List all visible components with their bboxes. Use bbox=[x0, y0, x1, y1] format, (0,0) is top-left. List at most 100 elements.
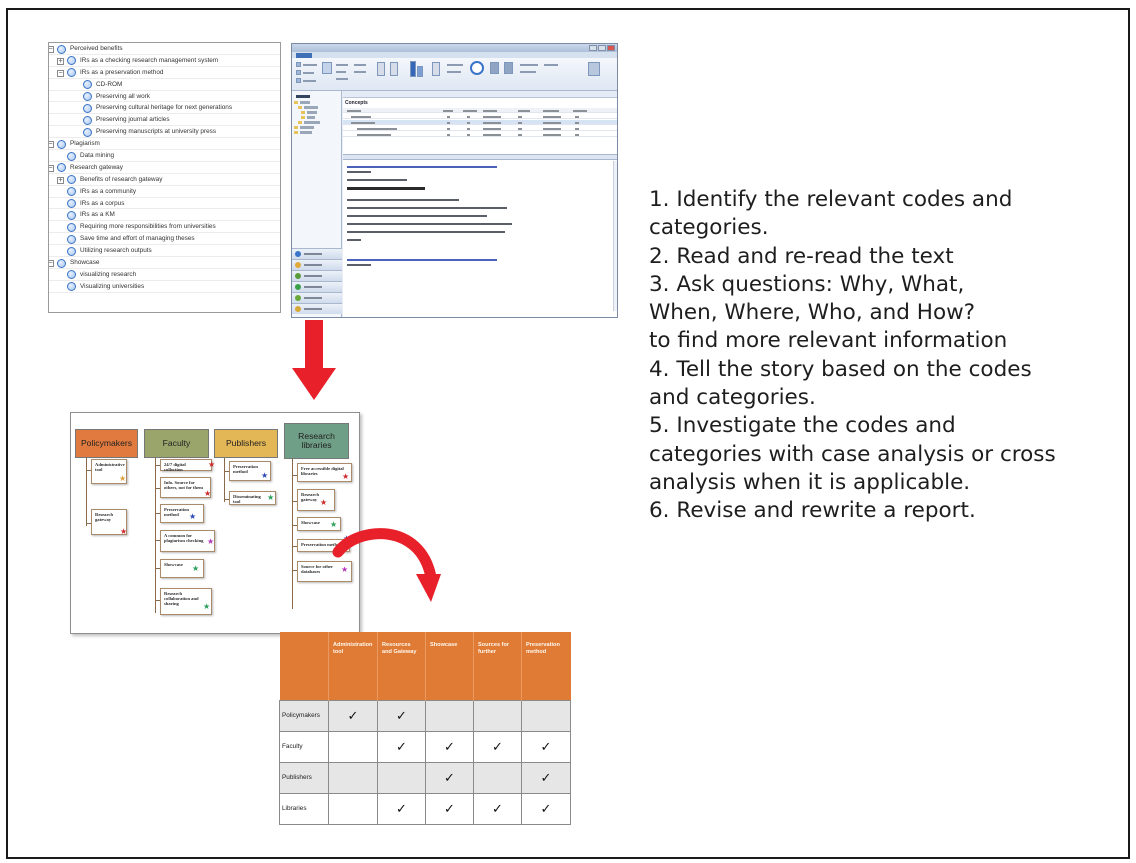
check-mark: ✓ bbox=[444, 770, 455, 785]
check-mark: ✓ bbox=[444, 801, 455, 816]
tree-row[interactable]: Save time and effort of managing theses bbox=[49, 233, 280, 246]
matrix-col-header: Sources for further bbox=[473, 632, 522, 700]
tree-node-label: IRs as a preservation method bbox=[80, 68, 164, 76]
tree-row[interactable]: − Perceived benefits bbox=[49, 43, 280, 55]
leaf-label: Preservation method bbox=[164, 507, 189, 518]
nvivo-section-heading: Concepts bbox=[345, 100, 368, 106]
collapse-icon[interactable]: − bbox=[49, 164, 54, 172]
check-mark: ✓ bbox=[396, 801, 407, 816]
collapse-icon[interactable]: − bbox=[49, 141, 54, 149]
node-icon bbox=[67, 175, 76, 185]
matrix-row-label: Faculty bbox=[279, 730, 329, 763]
tree-row[interactable]: Requiring more responsibilities from uni… bbox=[49, 221, 280, 234]
star-icon: ★ bbox=[120, 527, 128, 536]
tree-row[interactable]: IRs as a community bbox=[49, 186, 280, 198]
check-mark: ✓ bbox=[540, 801, 552, 816]
check-mark: ✓ bbox=[492, 801, 503, 816]
star-icon: ★ bbox=[208, 460, 216, 469]
node-icon bbox=[67, 282, 76, 292]
matrix-cell: ✓ bbox=[425, 761, 474, 794]
tree-node-label: Requiring more responsibilities from uni… bbox=[80, 223, 216, 231]
tree-row[interactable]: Utilizing research outputs bbox=[49, 245, 280, 258]
tree-row[interactable]: + Benefits of research gateway bbox=[49, 174, 280, 186]
collapse-icon[interactable]: − bbox=[49, 260, 54, 268]
star-icon: ★ bbox=[204, 489, 212, 498]
node-icon bbox=[67, 222, 76, 232]
leaf-preservation-method: Preservation method bbox=[160, 504, 204, 523]
tree-row[interactable]: Preserving cultural heritage for next ge… bbox=[49, 102, 280, 115]
nvivo-navigation-pane bbox=[292, 91, 342, 317]
matrix-col-header: Resources and Gateway bbox=[377, 632, 426, 700]
node-icon bbox=[67, 68, 76, 78]
node-icon bbox=[83, 127, 92, 137]
matrix-cell: ✓ bbox=[328, 699, 378, 732]
tree-row[interactable]: Visualizing universities bbox=[49, 281, 280, 293]
minimize-icon bbox=[589, 45, 597, 51]
node-icon bbox=[57, 44, 66, 54]
matrix-row: Publishers ✓ ✓ bbox=[279, 761, 571, 794]
matrix-cell bbox=[328, 730, 378, 763]
node-icon bbox=[83, 92, 92, 102]
step-line: to find more relevant information bbox=[649, 328, 1008, 354]
tree-node-label: Benefits of research gateway bbox=[80, 175, 163, 183]
step-line: 1. Identify the relevant codes and bbox=[649, 187, 1013, 212]
matrix-row: Libraries ✓ ✓ ✓ ✓ bbox=[279, 792, 571, 825]
matrix-cell: ✓ bbox=[521, 730, 571, 763]
step-line: categories. bbox=[649, 215, 769, 241]
nvivo-scrollbar bbox=[613, 161, 617, 311]
step-line: 4. Tell the story based on the codes bbox=[649, 356, 1032, 382]
check-mark: ✓ bbox=[492, 739, 503, 754]
tree-row[interactable]: Data mining bbox=[49, 150, 280, 162]
tree-row[interactable]: − Showcase bbox=[49, 257, 280, 269]
tree-node-label: visualizing research bbox=[80, 270, 137, 278]
check-mark: ✓ bbox=[540, 770, 552, 785]
node-icon bbox=[83, 80, 92, 90]
step-line: 2. Read and re-read the text bbox=[649, 243, 954, 269]
star-icon: ★ bbox=[320, 498, 328, 507]
tree-row[interactable]: IRs as a corpus bbox=[49, 198, 280, 210]
collapse-icon[interactable]: − bbox=[57, 69, 64, 77]
expand-icon[interactable]: + bbox=[57, 176, 64, 184]
down-arrow-icon bbox=[292, 320, 336, 400]
matrix-cell: ✓ bbox=[473, 792, 522, 825]
star-icon: ★ bbox=[192, 564, 200, 573]
node-icon bbox=[67, 210, 76, 220]
tree-row[interactable]: Preserving manuscripts at university pre… bbox=[49, 126, 280, 139]
tree-node-label: Preserving manuscripts at university pre… bbox=[96, 128, 217, 136]
tree-row[interactable]: − Research gateway bbox=[49, 162, 280, 174]
star-icon: ★ bbox=[203, 602, 211, 611]
tree-row[interactable]: + IRs as a checking research management s… bbox=[49, 55, 280, 67]
tree-row[interactable]: − Plagiarism bbox=[49, 138, 280, 151]
node-icon bbox=[83, 103, 92, 113]
matrix-row-label: Policymakers bbox=[279, 699, 329, 732]
tree-row[interactable]: visualizing research bbox=[49, 269, 280, 281]
tree-row[interactable]: Preserving all work bbox=[49, 91, 280, 103]
tree-row[interactable]: CD-ROM bbox=[49, 79, 280, 91]
check-mark: ✓ bbox=[540, 739, 552, 754]
leaf-label: Showcase bbox=[164, 562, 183, 567]
leaf-label: Research gateway bbox=[95, 512, 114, 523]
node-icon bbox=[67, 187, 76, 197]
matrix-row: Policymakers ✓ ✓ bbox=[279, 699, 571, 732]
matrix-col-header: Administration tool bbox=[328, 632, 378, 700]
matrix-cell: ✓ bbox=[521, 761, 571, 794]
header-faculty: Faculty bbox=[144, 429, 209, 458]
check-mark: ✓ bbox=[396, 739, 407, 754]
leaf-library-research-gateway: Research gateway bbox=[297, 489, 335, 511]
check-mark: ✓ bbox=[347, 708, 359, 723]
collapse-icon[interactable]: − bbox=[49, 46, 54, 53]
tree-row[interactable]: Preserving journal articles bbox=[49, 114, 280, 127]
node-icon bbox=[57, 139, 66, 149]
tree-row[interactable]: − IRs as a preservation method bbox=[49, 67, 280, 79]
expand-icon[interactable]: + bbox=[57, 57, 64, 65]
matrix-cell: ✓ bbox=[377, 699, 426, 732]
stakeholder-diagram: Policymakers Faculty Publishers Research… bbox=[70, 412, 360, 634]
node-icon bbox=[67, 151, 76, 161]
step-line: When, Where, Who, and How? bbox=[649, 300, 976, 326]
node-icon bbox=[57, 258, 66, 268]
tree-node-label: Save time and effort of managing theses bbox=[80, 235, 195, 243]
tree-row[interactable]: IRs as a KM bbox=[49, 209, 280, 222]
leaf-label: Disseminating tool bbox=[233, 494, 261, 505]
matrix-cell: ✓ bbox=[473, 730, 522, 763]
step-line: 3. Ask questions: Why, What, bbox=[649, 271, 965, 297]
